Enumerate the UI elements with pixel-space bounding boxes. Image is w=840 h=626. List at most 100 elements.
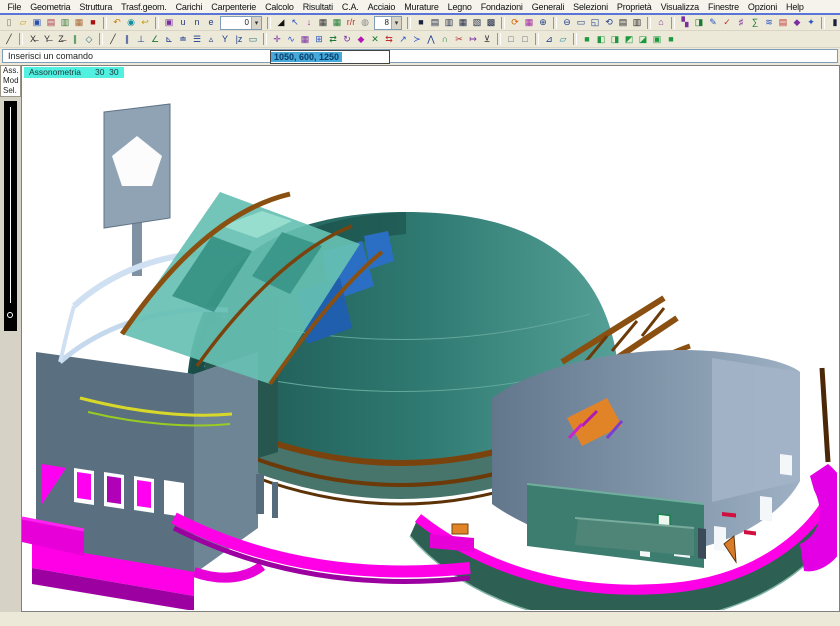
combo-arrow-icon[interactable]: ▾: [391, 17, 401, 29]
menu-help[interactable]: Help: [782, 2, 809, 12]
report-icon[interactable]: ▤: [776, 16, 790, 29]
parallel-snap-icon[interactable]: ∥: [120, 33, 134, 46]
model-viewport[interactable]: Assonometria30 30: [21, 65, 840, 612]
view-tab-sel[interactable]: Sel.: [1, 86, 20, 96]
edit-criteria-icon[interactable]: ✎: [706, 16, 720, 29]
orbit-icon[interactable]: ◉: [124, 16, 138, 29]
insert-down-icon[interactable]: ↓: [302, 16, 316, 29]
zoom-out-icon[interactable]: ⊖: [560, 16, 574, 29]
solid-gen-icon[interactable]: ◆: [354, 33, 368, 46]
menu-propriet[interactable]: Proprietà: [612, 2, 656, 12]
clip-plane-icon[interactable]: ⊿: [542, 33, 556, 46]
undo-icon[interactable]: ↶: [110, 16, 124, 29]
archive-materials-icon[interactable]: ▚: [678, 16, 692, 29]
menu-legno[interactable]: Legno: [443, 2, 476, 12]
menu-fondazioni[interactable]: Fondazioni: [476, 2, 527, 12]
menu-carpenterie[interactable]: Carpenterie: [207, 2, 261, 12]
parallel-icon[interactable]: ∥: [68, 33, 82, 46]
scale-slider[interactable]: [4, 101, 17, 331]
lock-z-icon[interactable]: Z̶: [54, 33, 68, 46]
scale-icon[interactable]: ✕: [368, 33, 382, 46]
move-icon[interactable]: ⇄: [326, 33, 340, 46]
copy-screen-icon[interactable]: ▥: [58, 16, 72, 29]
table-green-icon[interactable]: ▦: [330, 16, 344, 29]
view-front-icon[interactable]: ▤: [616, 16, 630, 29]
window-tile-icon[interactable]: ▩: [484, 16, 498, 29]
command-input[interactable]: Inserisci un comando: [2, 49, 838, 63]
section-n-icon[interactable]: n: [190, 16, 204, 29]
window-split-h-icon[interactable]: ▤: [428, 16, 442, 29]
polygon-icon[interactable]: ◇: [82, 33, 96, 46]
node-gen-icon[interactable]: ✛: [270, 33, 284, 46]
menu-c-a[interactable]: C.A.: [337, 2, 363, 12]
solid-pyramid-icon[interactable]: ◩: [622, 33, 636, 46]
trim-icon[interactable]: ✂: [452, 33, 466, 46]
angle-icon[interactable]: ∠: [148, 33, 162, 46]
model-canvas[interactable]: [22, 66, 837, 610]
display-settings-icon[interactable]: ▦: [522, 16, 536, 29]
solve-icon[interactable]: ∑: [748, 16, 762, 29]
axis-y-icon[interactable]: Y: [218, 33, 232, 46]
menu-file[interactable]: File: [3, 2, 26, 12]
zoom-extents-icon[interactable]: ◱: [588, 16, 602, 29]
menu-risultati[interactable]: Risultati: [298, 2, 337, 12]
stretch-icon[interactable]: ↗: [396, 33, 410, 46]
coordinate-input[interactable]: 1050, 600, 1250: [270, 50, 390, 64]
solid-brick-icon[interactable]: ■: [580, 33, 594, 46]
view-tab-ass[interactable]: Ass.: [1, 66, 20, 76]
menu-opzioni[interactable]: Opzioni: [743, 2, 781, 12]
view-top-icon[interactable]: ▥: [630, 16, 644, 29]
segment-snap-icon[interactable]: ╱: [106, 33, 120, 46]
options-tool-icon[interactable]: ✦: [804, 16, 818, 29]
menu-finestre[interactable]: Finestre: [703, 2, 743, 12]
save-icon[interactable]: ▣: [30, 16, 44, 29]
archive-icon[interactable]: ▣: [162, 16, 176, 29]
menu-visualizza[interactable]: Visualizza: [656, 2, 703, 12]
menu-calcolo[interactable]: Calcolo: [261, 2, 299, 12]
zoom-in-icon[interactable]: ⊕: [536, 16, 550, 29]
window-single-icon[interactable]: ■: [414, 16, 428, 29]
extend-icon[interactable]: ↦: [466, 33, 480, 46]
select-arrow-icon[interactable]: ↖: [288, 16, 302, 29]
rotate-icon[interactable]: ↻: [340, 33, 354, 46]
cube-wire-2-icon[interactable]: □: [518, 33, 532, 46]
text-size-icon[interactable]: r/r: [344, 16, 358, 29]
solid-hexa-icon[interactable]: ▣: [650, 33, 664, 46]
solid-wedge-icon[interactable]: ◧: [594, 33, 608, 46]
grid-lines-icon[interactable]: ☰: [190, 33, 204, 46]
menu-generali[interactable]: Generali: [527, 2, 568, 12]
open-folder-icon[interactable]: ▱: [16, 16, 30, 29]
align-icon[interactable]: ⋀: [424, 33, 438, 46]
render-quality-icon[interactable]: ◍: [358, 16, 372, 29]
previous-view-icon[interactable]: ⟲: [602, 16, 616, 29]
menu-selezioni[interactable]: Selezioni: [569, 2, 613, 12]
lock-x-icon[interactable]: X̶: [26, 33, 40, 46]
mirror-icon[interactable]: ⇆: [382, 33, 396, 46]
triangle-x-icon[interactable]: ▵: [204, 33, 218, 46]
copy-icon[interactable]: ⊞: [312, 33, 326, 46]
slider-handle-icon[interactable]: [7, 312, 13, 318]
plane-icon[interactable]: ▱: [556, 33, 570, 46]
fill-mode-icon[interactable]: ◢: [274, 16, 288, 29]
menu-geometria[interactable]: Geometria: [26, 2, 75, 12]
solid-tetra-icon[interactable]: ◨: [608, 33, 622, 46]
menu-carichi[interactable]: Carichi: [171, 2, 207, 12]
display-mode-icon[interactable]: ▮: [828, 16, 840, 29]
window-cascade-icon[interactable]: ▧: [470, 16, 484, 29]
box-snap-icon[interactable]: ▭: [246, 33, 260, 46]
mesh-icon[interactable]: ♯: [734, 16, 748, 29]
archive-sections-icon[interactable]: ◨: [692, 16, 706, 29]
perpendicular-icon[interactable]: ⊥: [134, 33, 148, 46]
menu-struttura[interactable]: Struttura: [75, 2, 117, 12]
ortho-icon[interactable]: ⊾: [162, 33, 176, 46]
export-image-icon[interactable]: ▦: [72, 16, 86, 29]
pen-size-combo[interactable]: 8▾: [374, 16, 402, 30]
zoom-window-icon[interactable]: ▭: [574, 16, 588, 29]
new-file-icon[interactable]: ▯: [2, 16, 16, 29]
check-data-icon[interactable]: ✓: [720, 16, 734, 29]
menu-murature[interactable]: Murature: [400, 2, 443, 12]
mesh-gen-icon[interactable]: ▦: [298, 33, 312, 46]
cube-wire-1-icon[interactable]: □: [504, 33, 518, 46]
intersect-icon[interactable]: ∩: [438, 33, 452, 46]
project-icon[interactable]: ≻: [410, 33, 424, 46]
